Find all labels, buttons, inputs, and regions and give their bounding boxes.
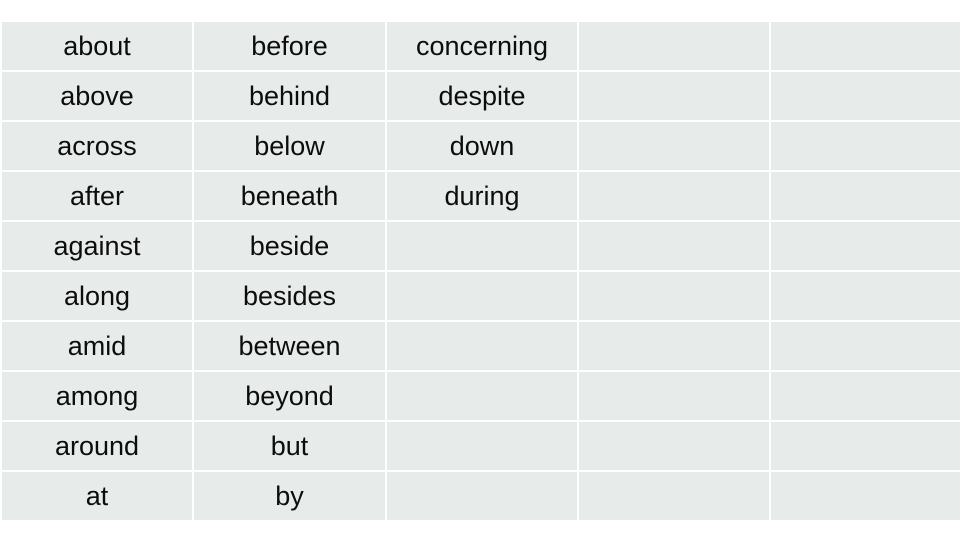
- table-cell: by: [194, 472, 385, 520]
- table-cell: beside: [194, 222, 385, 270]
- table-cell: [387, 472, 577, 520]
- table-cell: beneath: [194, 172, 385, 220]
- table-cell: [771, 372, 960, 420]
- table-row: along besides: [2, 272, 960, 320]
- table-cell: but: [194, 422, 385, 470]
- table-cell: [771, 172, 960, 220]
- table-cell: against: [2, 222, 192, 270]
- table-cell: after: [2, 172, 192, 220]
- table-cell: [771, 122, 960, 170]
- table-cell: [771, 22, 960, 70]
- table-cell: [579, 22, 769, 70]
- table-cell: [387, 422, 577, 470]
- table-cell: concerning: [387, 22, 577, 70]
- table-cell: [579, 322, 769, 370]
- table-cell: at: [2, 472, 192, 520]
- table-cell: about: [2, 22, 192, 70]
- table-row: against beside: [2, 222, 960, 270]
- table-row: among beyond: [2, 372, 960, 420]
- table-row: after beneath during: [2, 172, 960, 220]
- table-cell: [579, 422, 769, 470]
- table-cell: besides: [194, 272, 385, 320]
- table-cell: [387, 272, 577, 320]
- table-cell: along: [2, 272, 192, 320]
- table-cell: [579, 222, 769, 270]
- table-cell: [771, 322, 960, 370]
- slide-canvas: about before concerning above behind des…: [0, 0, 960, 540]
- table-cell: beyond: [194, 372, 385, 420]
- table-row: across below down: [2, 122, 960, 170]
- table-row: about before concerning: [2, 22, 960, 70]
- table-cell: during: [387, 172, 577, 220]
- table-cell: [387, 372, 577, 420]
- table-cell: [387, 222, 577, 270]
- table-cell: between: [194, 322, 385, 370]
- table-cell: [579, 122, 769, 170]
- table-cell: around: [2, 422, 192, 470]
- table-row: amid between: [2, 322, 960, 370]
- table-row: around but: [2, 422, 960, 470]
- table-cell: [771, 72, 960, 120]
- table-row: above behind despite: [2, 72, 960, 120]
- table-cell: despite: [387, 72, 577, 120]
- table-cell: across: [2, 122, 192, 170]
- table-cell: [387, 322, 577, 370]
- table-cell: above: [2, 72, 192, 120]
- table-body: about before concerning above behind des…: [2, 22, 960, 520]
- table-cell: behind: [194, 72, 385, 120]
- table-cell: [579, 172, 769, 220]
- table-cell: [771, 222, 960, 270]
- table-cell: [579, 372, 769, 420]
- table-cell: [579, 472, 769, 520]
- table-row: at by: [2, 472, 960, 520]
- prepositions-table: about before concerning above behind des…: [0, 20, 960, 522]
- table-cell: before: [194, 22, 385, 70]
- table-cell: [771, 422, 960, 470]
- table-cell: [771, 472, 960, 520]
- table-cell: below: [194, 122, 385, 170]
- table-cell: amid: [2, 322, 192, 370]
- table-cell: [579, 72, 769, 120]
- table-cell: down: [387, 122, 577, 170]
- table-cell: [771, 272, 960, 320]
- table-cell: [579, 272, 769, 320]
- table-cell: among: [2, 372, 192, 420]
